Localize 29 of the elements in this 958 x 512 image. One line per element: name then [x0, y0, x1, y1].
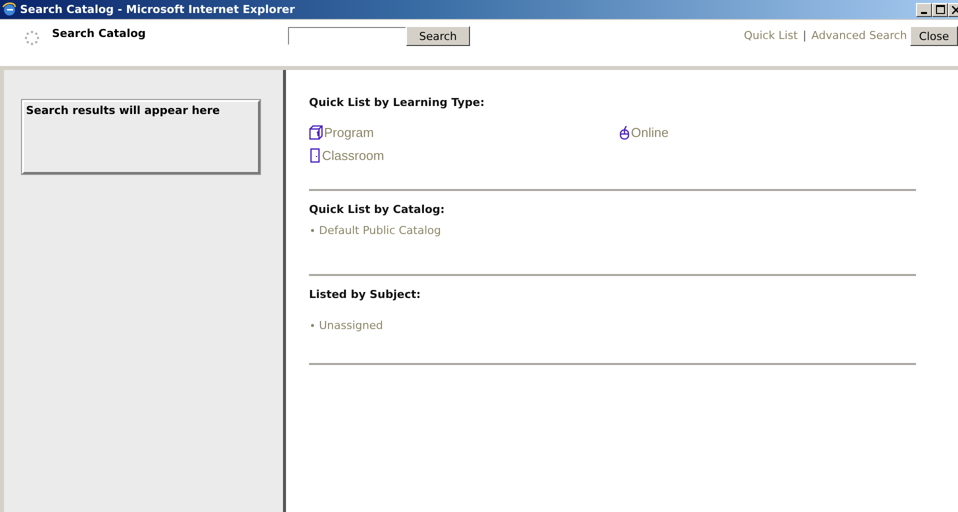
door-icon [309, 148, 321, 163]
subject-link[interactable]: Unassigned [319, 319, 383, 332]
minimize-button[interactable] [916, 2, 932, 16]
catalog-link[interactable]: Default Public Catalog [319, 224, 441, 237]
learning-type-link[interactable]: Program [324, 125, 374, 140]
maximize-icon [936, 5, 944, 14]
window-title: Search Catalog - Microsoft Internet Explorer [20, 3, 296, 16]
mouse-icon [619, 125, 630, 140]
spinner-icon [24, 30, 40, 46]
advanced-search-link[interactable]: Advanced Search [811, 29, 908, 42]
section-heading: Quick List by Learning Type: [309, 96, 486, 109]
link-separator: | [802, 29, 806, 42]
bullet-icon [311, 229, 314, 232]
results-panel: Search results will appear here [22, 100, 260, 174]
section-heading: Listed by Subject: [309, 288, 422, 301]
search-button[interactable]: Search [406, 26, 470, 46]
section-heading: Quick List by Catalog: [309, 203, 446, 216]
page-title: Search Catalog [52, 27, 147, 40]
browser-icon [2, 2, 17, 17]
quick-list-link[interactable]: Quick List [744, 29, 798, 42]
bullet-icon [311, 324, 314, 327]
close-page-button[interactable]: Close [910, 26, 958, 46]
learning-type-link[interactable]: Classroom [322, 148, 384, 163]
maximize-button[interactable] [932, 2, 948, 16]
minimize-icon [921, 12, 927, 14]
close-icon [952, 6, 958, 14]
learning-type-link[interactable]: Online [631, 125, 669, 140]
search-field[interactable] [288, 27, 406, 45]
package-icon [309, 125, 323, 140]
